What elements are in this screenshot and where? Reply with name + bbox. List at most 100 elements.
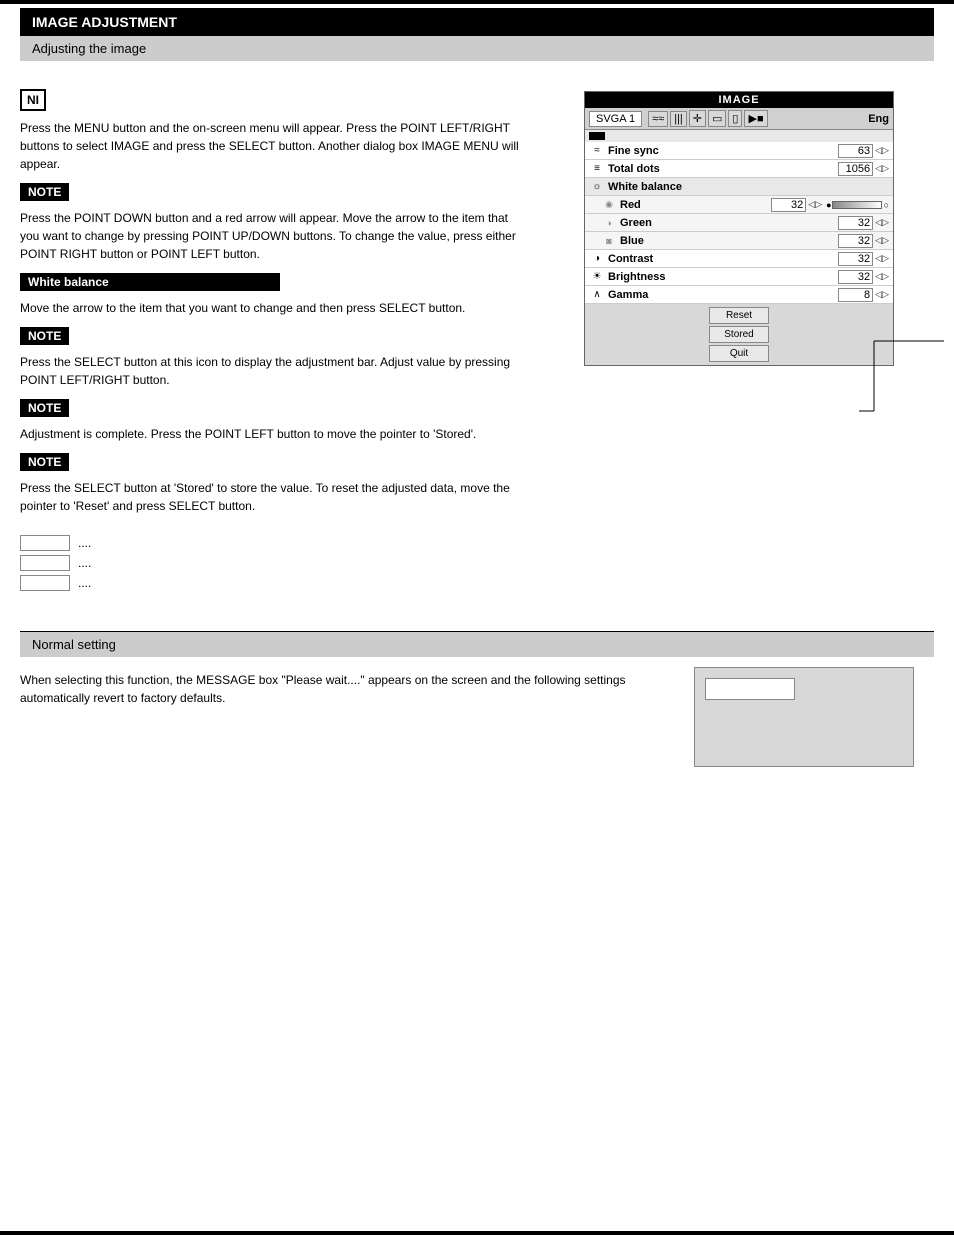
bottom-left: When selecting this function, the MESSAG… (20, 667, 674, 767)
green-value: 32 (838, 216, 873, 230)
total-dots-arrows[interactable]: ◁▷ (875, 163, 889, 174)
body-text-6: Press the SELECT button at 'Stored' to s… (20, 479, 520, 515)
image-menu-toolbar: SVGA 1 ≈≈ ||| ✛ ▭ ▯ ▶■ Eng (585, 108, 893, 130)
menu-row-contrast: Contrast 32 ◁▷ (585, 250, 893, 268)
small-dialog-input (705, 678, 795, 700)
bottom-content: When selecting this function, the MESSAG… (0, 657, 954, 777)
section2-subheader: Normal setting (20, 632, 934, 657)
color-samples: .... .... .... (20, 535, 520, 591)
color-box-3 (20, 575, 70, 591)
right-column: IMAGE SVGA 1 ≈≈ ||| ✛ ▭ ▯ ▶■ Eng (584, 71, 954, 376)
menu-row-green: Green 32 ◁▷ (585, 214, 893, 232)
total-dots-icon (589, 162, 605, 176)
blue-label: Blue (620, 235, 838, 247)
menu-row-fine-sync: Fine sync 63 ◁▷ (585, 142, 893, 160)
toolbar-icon-5[interactable]: ▯ (728, 110, 742, 127)
dots-3: .... (78, 576, 91, 590)
section-header: IMAGE ADJUSTMENT (20, 8, 934, 36)
menu-row-total-dots: Total dots 1056 ◁▷ (585, 160, 893, 178)
toolbar-icon-4[interactable]: ▭ (708, 110, 726, 127)
red-arrows[interactable]: ◁▷ (808, 199, 822, 210)
menu-row-red: Red 32 ◁▷ ● ○ (585, 196, 893, 214)
blue-arrows[interactable]: ◁▷ (875, 235, 889, 246)
body-text-5: Adjustment is complete. Press the POINT … (20, 425, 520, 443)
label-note-1: NOTE (20, 183, 69, 201)
fine-sync-label: Fine sync (608, 145, 838, 157)
gamma-arrows[interactable]: ◁▷ (875, 289, 889, 300)
indicator-bar (589, 132, 605, 140)
dots-2: .... (78, 556, 91, 570)
section-subheader-text: Adjusting the image (32, 41, 146, 56)
contrast-arrows[interactable]: ◁▷ (875, 253, 889, 264)
brightness-arrows[interactable]: ◁▷ (875, 271, 889, 282)
toolbar-eng: Eng (868, 113, 889, 125)
menu-row-gamma: Gamma 8 ◁▷ (585, 286, 893, 304)
quit-button[interactable]: Quit (709, 345, 769, 362)
section-subheader: Adjusting the image (20, 36, 934, 61)
blue-icon (601, 234, 617, 248)
label-note-5: NOTE (20, 399, 69, 417)
menu-row-white-balance: White balance (585, 178, 893, 196)
toolbar-icon-1[interactable]: ≈≈ (648, 111, 668, 127)
fine-sync-arrows[interactable]: ◁▷ (875, 145, 889, 156)
green-icon (601, 216, 617, 230)
toolbar-svga[interactable]: SVGA 1 (589, 111, 642, 127)
label-note-4: NOTE (20, 327, 69, 345)
stored-button[interactable]: Stored (709, 326, 769, 343)
bottom-body-text: When selecting this function, the MESSAG… (20, 671, 674, 707)
slider-circle: ○ (884, 200, 889, 210)
brightness-value: 32 (838, 270, 873, 284)
dots-1: .... (78, 536, 91, 550)
menu-buttons-area: Reset Stored Quit (585, 304, 893, 365)
white-balance-label: White balance (608, 181, 889, 193)
ni-icon: NI (20, 89, 46, 111)
fine-sync-icon (589, 144, 605, 158)
white-balance-icon (589, 180, 605, 194)
menu-row-blue: Blue 32 ◁▷ (585, 232, 893, 250)
total-dots-value: 1056 (838, 162, 873, 176)
bottom-section: Normal setting When selecting this funct… (0, 631, 954, 777)
label-note-6: NOTE (20, 453, 69, 471)
section-header-text: IMAGE ADJUSTMENT (32, 14, 177, 30)
body-text-1: Press the MENU button and the on-screen … (20, 119, 520, 173)
menu-row-brightness: Brightness 32 ◁▷ (585, 268, 893, 286)
toolbar-icon-2[interactable]: ||| (670, 111, 687, 127)
image-menu-title: IMAGE (585, 92, 893, 108)
color-sample-row-2: .... (20, 555, 520, 571)
green-arrows[interactable]: ◁▷ (875, 217, 889, 228)
reset-button[interactable]: Reset (709, 307, 769, 324)
slider-bar[interactable] (832, 201, 882, 209)
body-text-3: Move the arrow to the item that you want… (20, 299, 520, 317)
contrast-value: 32 (838, 252, 873, 266)
fine-sync-value: 63 (838, 144, 873, 158)
red-label: Red (620, 199, 771, 211)
toolbar-icon-6[interactable]: ▶■ (744, 110, 767, 127)
arrow-diagram (854, 331, 954, 451)
left-column: NI Press the MENU button and the on-scre… (0, 71, 540, 611)
green-label: Green (620, 217, 838, 229)
color-sample-row-1: .... (20, 535, 520, 551)
small-dialog (694, 667, 914, 767)
image-menu: IMAGE SVGA 1 ≈≈ ||| ✛ ▭ ▯ ▶■ Eng (584, 91, 894, 366)
body-text-4: Press the SELECT button at this icon to … (20, 353, 520, 389)
bottom-right (694, 667, 934, 767)
gamma-value: 8 (838, 288, 873, 302)
red-value: 32 (771, 198, 806, 212)
color-sample-row-3: .... (20, 575, 520, 591)
total-dots-label: Total dots (608, 163, 838, 175)
color-box-1 (20, 535, 70, 551)
body-text-2: Press the POINT DOWN button and a red ar… (20, 209, 520, 263)
contrast-icon (589, 252, 605, 266)
top-border (0, 0, 954, 4)
red-slider-track: ● ○ (826, 200, 889, 210)
label-white-balance: White balance (20, 273, 280, 291)
brightness-label: Brightness (608, 271, 838, 283)
gamma-icon (589, 288, 605, 302)
toolbar-icon-3[interactable]: ✛ (689, 110, 706, 127)
color-box-2 (20, 555, 70, 571)
bottom-border (0, 1231, 954, 1235)
ni-icon-area: NI (20, 89, 520, 111)
contrast-label: Contrast (608, 253, 838, 265)
red-icon (601, 198, 617, 212)
blue-value: 32 (838, 234, 873, 248)
